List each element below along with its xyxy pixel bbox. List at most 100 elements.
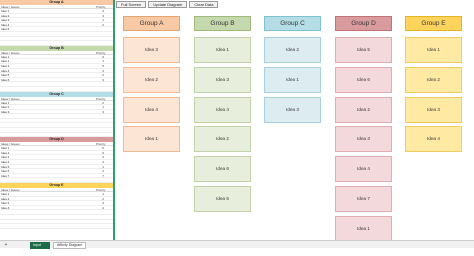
idea-cell[interactable] bbox=[0, 87, 94, 91]
idea-cell[interactable] bbox=[0, 37, 94, 41]
priority-cell[interactable] bbox=[94, 32, 113, 36]
idea-cell[interactable]: Idea 2 bbox=[0, 151, 94, 155]
priority-cell[interactable] bbox=[94, 114, 113, 118]
priority-cell[interactable]: 4 bbox=[94, 206, 113, 210]
clear-data-button[interactable]: Clear Data bbox=[189, 1, 219, 8]
idea-cell[interactable] bbox=[0, 114, 94, 118]
idea-card[interactable]: Idea 2 bbox=[335, 96, 392, 123]
priority-cell[interactable]: 1 bbox=[94, 105, 113, 109]
idea-card[interactable]: Idea 1 bbox=[123, 126, 180, 153]
priority-cell[interactable] bbox=[94, 37, 113, 41]
priority-cell[interactable] bbox=[94, 128, 113, 132]
idea-card[interactable]: Idea 3 bbox=[335, 126, 392, 153]
idea-cell[interactable]: Idea 3 bbox=[0, 64, 94, 68]
idea-cell[interactable]: Idea 6 bbox=[0, 169, 94, 173]
idea-cell[interactable]: Idea 3 bbox=[0, 201, 94, 205]
priority-cell[interactable]: 2 bbox=[94, 23, 113, 27]
idea-cell[interactable]: Idea 4 bbox=[0, 23, 94, 27]
priority-cell[interactable]: 5 bbox=[94, 151, 113, 155]
idea-cell[interactable]: Idea 5 bbox=[0, 165, 94, 169]
priority-cell[interactable]: 4 bbox=[94, 69, 113, 73]
priority-cell[interactable]: 4 bbox=[94, 9, 113, 13]
idea-cell[interactable]: Idea 3 bbox=[0, 18, 94, 22]
idea-card[interactable]: Idea 3 bbox=[194, 66, 251, 93]
idea-card[interactable]: Idea 1 bbox=[405, 37, 462, 63]
priority-cell[interactable]: 1 bbox=[94, 18, 113, 22]
idea-cell[interactable]: Idea 4 bbox=[0, 160, 94, 164]
idea-card[interactable]: Idea 3 bbox=[405, 96, 462, 123]
idea-cell[interactable]: Idea 3 bbox=[0, 110, 94, 114]
priority-cell[interactable]: 3 bbox=[94, 201, 113, 205]
priority-cell[interactable] bbox=[94, 87, 113, 91]
idea-cell[interactable] bbox=[0, 210, 94, 214]
sheet-row[interactable] bbox=[0, 224, 113, 229]
priority-cell[interactable]: 3 bbox=[94, 155, 113, 159]
idea-cell[interactable] bbox=[0, 123, 94, 127]
idea-card[interactable]: Idea 5 bbox=[194, 186, 251, 212]
idea-cell[interactable] bbox=[0, 119, 94, 123]
idea-card[interactable]: Idea 2 bbox=[264, 37, 321, 63]
idea-card[interactable]: Idea 3 bbox=[123, 37, 180, 63]
idea-cell[interactable] bbox=[0, 32, 94, 36]
idea-cell[interactable] bbox=[0, 220, 94, 224]
priority-cell[interactable] bbox=[94, 224, 113, 228]
idea-card[interactable]: Idea 5 bbox=[335, 37, 392, 63]
idea-cell[interactable]: Idea 2 bbox=[0, 197, 94, 201]
idea-cell[interactable]: Idea 1 bbox=[0, 101, 94, 105]
priority-cell[interactable]: 3 bbox=[94, 110, 113, 114]
priority-cell[interactable]: 2 bbox=[94, 197, 113, 201]
idea-cell[interactable] bbox=[0, 133, 94, 137]
idea-cell[interactable]: Idea 4 bbox=[0, 69, 94, 73]
idea-card[interactable]: Idea 1 bbox=[264, 66, 321, 93]
priority-cell[interactable]: 6 bbox=[94, 146, 113, 150]
priority-cell[interactable]: 6 bbox=[94, 55, 113, 59]
idea-card[interactable]: Idea 1 bbox=[194, 37, 251, 63]
priority-cell[interactable]: 1 bbox=[94, 59, 113, 63]
idea-card[interactable]: Idea 4 bbox=[194, 96, 251, 123]
idea-cell[interactable]: Idea 1 bbox=[0, 192, 94, 196]
idea-cell[interactable]: Idea 7 bbox=[0, 174, 94, 178]
priority-cell[interactable]: 4 bbox=[94, 160, 113, 164]
idea-cell[interactable]: Idea 2 bbox=[0, 105, 94, 109]
priority-cell[interactable]: 2 bbox=[94, 73, 113, 77]
idea-cell[interactable]: Idea 2 bbox=[0, 59, 94, 63]
idea-card[interactable]: Idea 4 bbox=[123, 96, 180, 123]
full-screen-button[interactable]: Full Screen bbox=[116, 1, 147, 8]
idea-cell[interactable]: Idea 1 bbox=[0, 9, 94, 13]
idea-cell[interactable] bbox=[0, 178, 94, 182]
priority-cell[interactable] bbox=[94, 215, 113, 219]
idea-cell[interactable]: Idea 1 bbox=[0, 55, 94, 59]
idea-cell[interactable]: Idea 3 bbox=[0, 155, 94, 159]
idea-card[interactable]: Idea 4 bbox=[405, 126, 462, 153]
priority-cell[interactable]: 2 bbox=[94, 101, 113, 105]
idea-card[interactable]: Idea 3 bbox=[264, 96, 321, 123]
priority-cell[interactable]: 1 bbox=[94, 192, 113, 196]
idea-cell[interactable]: Idea 2 bbox=[0, 14, 94, 18]
priority-cell[interactable]: 3 bbox=[94, 14, 113, 18]
priority-cell[interactable] bbox=[94, 82, 113, 86]
priority-cell[interactable]: 2 bbox=[94, 169, 113, 173]
update-diagram-button[interactable]: Update Diagram bbox=[148, 1, 188, 8]
idea-card[interactable]: Idea 6 bbox=[335, 66, 392, 93]
idea-cell[interactable]: Idea 4 bbox=[0, 206, 94, 210]
idea-card[interactable]: Idea 7 bbox=[335, 186, 392, 212]
idea-card[interactable]: Idea 2 bbox=[405, 66, 462, 93]
priority-cell[interactable] bbox=[94, 178, 113, 182]
priority-cell[interactable] bbox=[94, 210, 113, 214]
idea-card[interactable]: Idea 2 bbox=[123, 66, 180, 93]
priority-cell[interactable]: 3 bbox=[94, 78, 113, 82]
idea-cell[interactable] bbox=[0, 215, 94, 219]
idea-cell[interactable]: Idea 5 bbox=[0, 73, 94, 77]
priority-cell[interactable] bbox=[94, 133, 113, 137]
priority-cell[interactable]: 5 bbox=[94, 64, 113, 68]
priority-cell[interactable] bbox=[94, 123, 113, 127]
priority-cell[interactable] bbox=[94, 27, 113, 31]
idea-cell[interactable] bbox=[0, 82, 94, 86]
priority-cell[interactable]: 7 bbox=[94, 174, 113, 178]
priority-cell[interactable] bbox=[94, 119, 113, 123]
priority-cell[interactable] bbox=[94, 220, 113, 224]
priority-cell[interactable]: 1 bbox=[94, 165, 113, 169]
add-sheet-button[interactable]: + bbox=[3, 242, 9, 248]
priority-cell[interactable] bbox=[94, 41, 113, 45]
idea-card[interactable]: Idea 1 bbox=[335, 215, 392, 242]
